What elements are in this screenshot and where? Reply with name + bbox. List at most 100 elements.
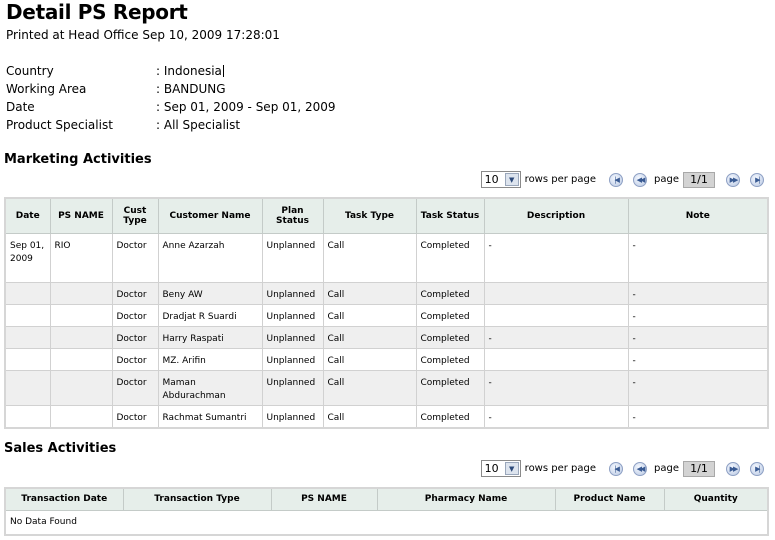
meta-value: All Specialist — [156, 118, 240, 136]
cell-ps-name — [49, 369, 113, 406]
table-row: Doctor Maman Abdurachman Unplanned Call … — [4, 369, 769, 406]
table-row: Sep 01, 2009 RIO Doctor Anne Azarzah Unp… — [4, 232, 769, 283]
cell-customer-name: Anne Azarzah — [157, 232, 263, 283]
cell-task-status: Completed — [415, 404, 485, 428]
rows-per-page-label: rows per page — [524, 174, 597, 185]
empty-message: No Data Found — [4, 509, 769, 535]
text-cursor — [222, 65, 224, 77]
cell-task-status: Completed — [415, 369, 485, 406]
rows-per-page-select[interactable]: 10 ▼ — [480, 460, 521, 477]
col-customer-name: Customer Name — [157, 197, 263, 234]
sales-table: Transaction Date Transaction Type PS NAM… — [4, 487, 769, 536]
cell-customer-name: Rachmat Sumantri — [157, 404, 263, 428]
table-row: Doctor Dradjat R Suardi Unplanned Call C… — [4, 303, 769, 327]
cell-customer-name: Maman Abdurachman — [157, 369, 263, 406]
table-row: Doctor Rachmat Sumantri Unplanned Call C… — [4, 404, 769, 428]
marketing-pager: 10 ▼ rows per page |◀ ◀◀ page 1/1 ▶▶ ▶| — [480, 171, 769, 188]
cell-note: - — [627, 347, 769, 371]
cell-task-type: Call — [322, 325, 417, 349]
cell-task-type: Call — [322, 303, 417, 327]
page-label: page — [654, 174, 679, 185]
cell-ps-name — [49, 347, 113, 371]
cell-plan-status: Unplanned — [261, 347, 324, 371]
cell-note: - — [627, 369, 769, 406]
table-row: Doctor MZ. Arifin Unplanned Call Complet… — [4, 347, 769, 371]
cell-note: - — [627, 325, 769, 349]
last-page-icon[interactable]: ▶| — [750, 172, 764, 187]
meta-product-specialist: Product Specialist All Specialist — [6, 118, 336, 136]
cell-ps-name — [49, 281, 113, 305]
cell-date — [4, 347, 51, 371]
col-ps-name: PS NAME — [49, 197, 113, 234]
col-task-status: Task Status — [415, 197, 485, 234]
cell-plan-status: Unplanned — [261, 303, 324, 327]
cell-task-status: Completed — [415, 303, 485, 327]
next-page-icon[interactable]: ▶▶ — [726, 461, 740, 476]
cell-task-type: Call — [322, 281, 417, 305]
cell-date — [4, 281, 51, 305]
col-product-name: Product Name — [554, 487, 665, 511]
col-task-type: Task Type — [322, 197, 417, 234]
col-ps-name: PS NAME — [270, 487, 378, 511]
cell-cust-type: Doctor — [111, 325, 159, 349]
cell-description: - — [483, 404, 629, 428]
cell-plan-status: Unplanned — [261, 325, 324, 349]
cell-task-status: Completed — [415, 232, 485, 283]
cell-date: Sep 01, 2009 — [4, 232, 51, 283]
prev-page-icon[interactable]: ◀◀ — [633, 461, 648, 476]
page-indicator: 1/1 — [683, 460, 715, 477]
cell-description — [483, 303, 629, 327]
cell-date — [4, 404, 51, 428]
cell-date — [4, 303, 51, 327]
page-title: Detail PS Report — [6, 0, 188, 24]
cell-note: - — [627, 281, 769, 305]
cell-description: - — [483, 325, 629, 349]
col-plan-status: Plan Status — [261, 197, 324, 234]
meta-label: Country — [6, 64, 54, 78]
cell-ps-name — [49, 325, 113, 349]
cell-customer-name: Dradjat R Suardi — [157, 303, 263, 327]
first-page-icon[interactable]: |◀ — [609, 172, 624, 187]
cell-customer-name: Harry Raspati — [157, 325, 263, 349]
page-indicator: 1/1 — [683, 171, 715, 188]
col-pharmacy-name: Pharmacy Name — [376, 487, 556, 511]
cell-description — [483, 347, 629, 371]
page-label: page — [654, 463, 679, 474]
table-row: Doctor Beny AW Unplanned Call Completed … — [4, 281, 769, 305]
cell-customer-name: MZ. Arifin — [157, 347, 263, 371]
cell-description: - — [483, 369, 629, 406]
cell-task-status: Completed — [415, 347, 485, 371]
sales-pager: 10 ▼ rows per page |◀ ◀◀ page 1/1 ▶▶ ▶| — [480, 460, 769, 477]
cell-task-type: Call — [322, 232, 417, 283]
table-row: No Data Found — [4, 509, 769, 535]
cell-ps-name — [49, 404, 113, 428]
cell-cust-type: Doctor — [111, 347, 159, 371]
prev-page-icon[interactable]: ◀◀ — [633, 172, 648, 187]
col-description: Description — [483, 197, 629, 234]
cell-date — [4, 369, 51, 406]
cell-note: - — [627, 303, 769, 327]
rows-per-page-select[interactable]: 10 ▼ — [480, 171, 521, 188]
meta-label: Date — [6, 100, 35, 114]
cell-note: - — [627, 232, 769, 283]
meta-label: Working Area — [6, 82, 87, 96]
cell-cust-type: Doctor — [111, 404, 159, 428]
last-page-icon[interactable]: ▶| — [750, 461, 764, 476]
next-page-icon[interactable]: ▶▶ — [726, 172, 740, 187]
report-meta: Country Indonesia Working Area BANDUNG D… — [6, 64, 336, 136]
cell-task-type: Call — [322, 347, 417, 371]
col-note: Note — [627, 197, 769, 234]
col-transaction-type: Transaction Type — [122, 487, 272, 511]
printed-info: Printed at Head Office Sep 10, 2009 17:2… — [6, 28, 280, 42]
cell-cust-type: Doctor — [111, 303, 159, 327]
table-row: Doctor Harry Raspati Unplanned Call Comp… — [4, 325, 769, 349]
cell-customer-name: Beny AW — [157, 281, 263, 305]
cell-description — [483, 281, 629, 305]
cell-date — [4, 325, 51, 349]
first-page-icon[interactable]: |◀ — [609, 461, 624, 476]
marketing-section-title: Marketing Activities — [4, 152, 152, 167]
cell-cust-type: Doctor — [111, 232, 159, 283]
chevron-down-icon: ▼ — [504, 462, 519, 475]
cell-description: - — [483, 232, 629, 283]
meta-value: Indonesia — [156, 64, 224, 82]
